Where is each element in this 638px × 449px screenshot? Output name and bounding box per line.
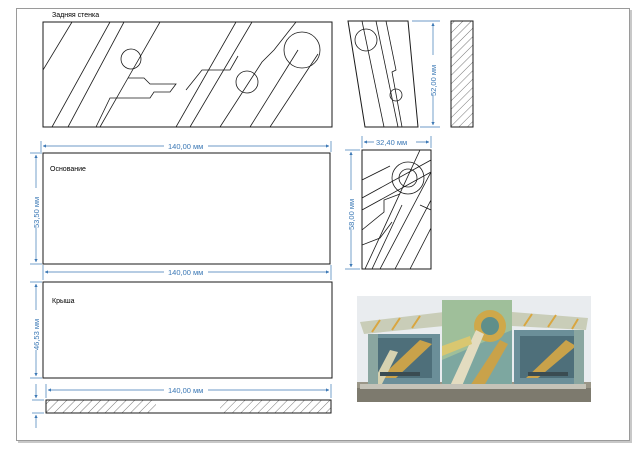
bus-stop-photo bbox=[357, 296, 591, 402]
back-wall-panel bbox=[42, 21, 333, 128]
dimension-base-width: 140,00 мм bbox=[40, 141, 332, 152]
edge-strip-horizontal bbox=[45, 399, 332, 414]
dimension-side-width-text: 32,40 мм bbox=[376, 138, 407, 147]
dimension-base-height: 53,50 мм bbox=[30, 152, 42, 265]
technical-drawing: Задняя стенка 52,00 мм 140,00 мм Основан… bbox=[30, 12, 591, 428]
dimension-side-height-text: 58,00 мм bbox=[347, 199, 356, 230]
dimension-roof-width: 140,00 мм bbox=[42, 265, 332, 280]
dimension-strip-width: 140,00 мм bbox=[45, 384, 332, 398]
dimension-base-height-text: 53,50 мм bbox=[32, 197, 41, 228]
dimension-strip-width-text: 140,00 мм bbox=[168, 386, 203, 395]
base-panel bbox=[42, 152, 331, 265]
side-wall-top-view bbox=[347, 20, 419, 128]
edge-strip-vertical bbox=[450, 20, 474, 128]
dimension-roof-width-text: 140,00 мм bbox=[168, 268, 203, 277]
roof-panel bbox=[42, 281, 333, 379]
side-wall-mosaic-view bbox=[361, 149, 432, 270]
back-wall-label: Задняя стенка bbox=[52, 12, 99, 19]
dimension-side-height: 58,00 мм bbox=[345, 149, 360, 270]
dimension-roof-height: 46,53 мм bbox=[30, 281, 42, 379]
dimension-roof-height-text: 46,53 мм bbox=[32, 319, 41, 350]
dimension-52mm-text: 52,00 мм bbox=[429, 65, 438, 96]
dimension-strip-height bbox=[32, 384, 44, 428]
dimension-side-width: 32,40 мм bbox=[361, 136, 432, 148]
dimension-base-width-text: 140,00 мм bbox=[168, 142, 203, 151]
base-label: Основание bbox=[50, 166, 86, 173]
roof-label: Крыша bbox=[52, 298, 75, 305]
